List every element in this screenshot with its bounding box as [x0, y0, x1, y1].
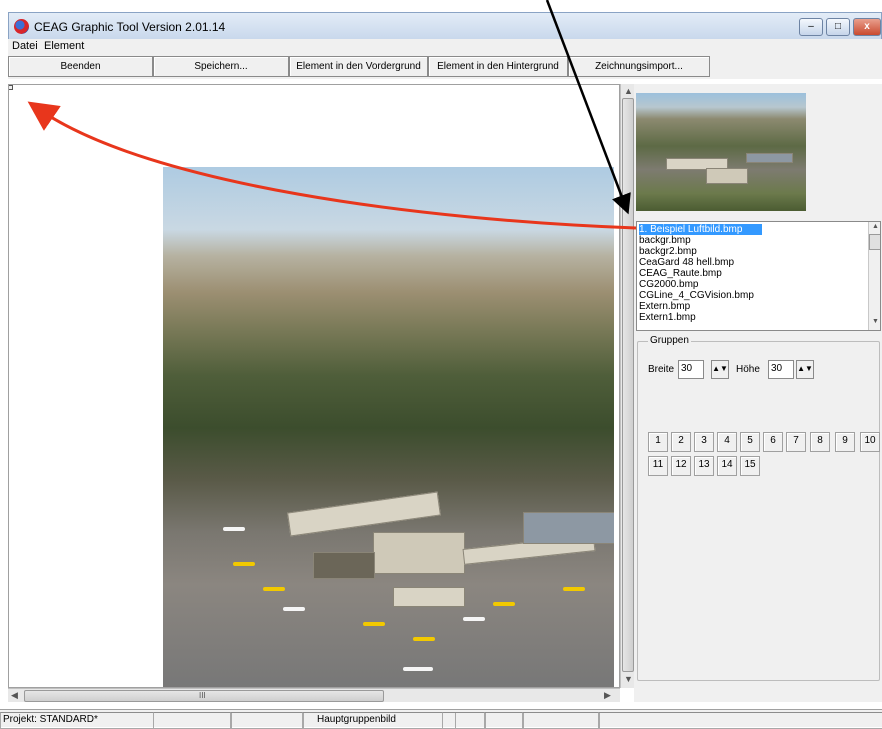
- breite-input[interactable]: 30: [678, 360, 704, 379]
- menu-element[interactable]: Element: [44, 40, 84, 52]
- file-list-item[interactable]: Extern1.bmp: [639, 312, 696, 323]
- hoehe-label: Höhe: [736, 364, 760, 375]
- horizontal-scrollbar[interactable]: ◀ III ▶: [8, 688, 620, 702]
- gruppe-button-7[interactable]: 7: [786, 432, 806, 452]
- vertical-scroll-thumb[interactable]: [622, 98, 634, 672]
- toolbar: Beenden Speichern... Element in den Vord…: [8, 55, 882, 79]
- file-list-item[interactable]: 1. Beispiel Luftbild.bmp: [639, 224, 763, 235]
- status-cell-7: [522, 712, 600, 729]
- scroll-down-arrow-icon[interactable]: ▼: [624, 674, 633, 684]
- minimize-button[interactable]: –: [799, 18, 823, 36]
- file-list-item[interactable]: CEAG_Raute.bmp: [639, 268, 722, 279]
- status-gruppenbild: Hauptgruppenbild: [302, 712, 456, 729]
- scroll-right-arrow-icon[interactable]: ▶: [604, 690, 611, 701]
- zeichnungsimport-button[interactable]: Zeichnungsimport...: [568, 56, 710, 77]
- gruppe-button-2[interactable]: 2: [671, 432, 691, 452]
- hoehe-input[interactable]: 30: [768, 360, 794, 379]
- drawing-canvas[interactable]: [8, 84, 620, 688]
- gruppe-button-4[interactable]: 4: [717, 432, 737, 452]
- status-bar: Projekt: STANDARD* Hauptgruppenbild: [0, 709, 882, 729]
- menu-datei-label: Datei: [12, 40, 38, 52]
- menu-element-label: Element: [44, 40, 85, 52]
- file-list-item[interactable]: backgr.bmp: [639, 235, 691, 246]
- gruppe-button-15[interactable]: 15: [740, 456, 760, 476]
- gruppe-button-8[interactable]: 8: [810, 432, 830, 452]
- gruppen-legend: Gruppen: [648, 335, 691, 346]
- scroll-up-arrow-icon[interactable]: ▲: [624, 86, 633, 96]
- file-list-item[interactable]: CGLine_4_CGVision.bmp: [639, 290, 754, 301]
- scroll-grip: III: [199, 691, 206, 700]
- maximize-button[interactable]: □: [826, 18, 850, 36]
- gruppe-button-3[interactable]: 3: [694, 432, 714, 452]
- file-list-item[interactable]: Extern.bmp: [639, 301, 690, 312]
- list-scroll-down-icon[interactable]: ▼: [872, 318, 879, 325]
- scroll-left-arrow-icon[interactable]: ◀: [11, 690, 18, 701]
- canvas-origin-marker: [9, 85, 13, 90]
- vertical-scrollbar[interactable]: ▲ ▼: [620, 84, 634, 688]
- image-preview: [636, 93, 806, 211]
- window-title: CEAG Graphic Tool Version 2.01.14: [34, 20, 226, 34]
- gruppe-button-6[interactable]: 6: [763, 432, 783, 452]
- hoehe-spinner-icon[interactable]: ▲▼: [796, 360, 814, 379]
- gruppe-button-1[interactable]: 1: [648, 432, 668, 452]
- list-scroll-up-icon[interactable]: ▲: [872, 223, 879, 230]
- horizontal-scroll-thumb[interactable]: III: [24, 690, 384, 702]
- gruppe-button-12[interactable]: 12: [671, 456, 691, 476]
- breite-spinner-icon[interactable]: ▲▼: [711, 360, 729, 379]
- file-list-item[interactable]: backgr2.bmp: [639, 246, 697, 257]
- status-cell-6: [484, 712, 524, 729]
- status-cell-8: [598, 712, 882, 729]
- file-list-scrollbar[interactable]: ▲ ▼: [868, 222, 880, 330]
- speichern-button[interactable]: Speichern...: [153, 56, 289, 77]
- status-cell-3: [230, 712, 304, 729]
- menu-bar: Datei Element: [8, 39, 882, 55]
- beenden-button[interactable]: Beenden: [8, 56, 153, 77]
- gruppe-button-5[interactable]: 5: [740, 432, 760, 452]
- menu-datei[interactable]: Datei: [12, 40, 38, 52]
- gruppe-button-11[interactable]: 11: [648, 456, 668, 476]
- gruppe-button-10[interactable]: 10: [860, 432, 880, 452]
- file-list-item[interactable]: CG2000.bmp: [639, 279, 698, 290]
- status-cell-2: [153, 712, 232, 729]
- breite-label: Breite: [648, 364, 675, 375]
- aerial-photo-element[interactable]: [163, 167, 614, 687]
- vordergrund-button[interactable]: Element in den Vordergrund: [289, 56, 428, 77]
- file-list[interactable]: 1. Beispiel Luftbild.bmp backgr.bmp backgr…: [636, 221, 881, 331]
- right-panel: 1. Beispiel Luftbild.bmp backgr.bmp backgr…: [634, 84, 882, 702]
- file-list-item[interactable]: CeaGard 48 hell.bmp: [639, 257, 734, 268]
- status-cell-5: [442, 712, 486, 729]
- app-logo-icon: [14, 19, 29, 34]
- list-scroll-thumb[interactable]: [869, 234, 880, 250]
- hintergrund-button[interactable]: Element in den Hintergrund: [428, 56, 568, 77]
- gruppe-button-13[interactable]: 13: [694, 456, 714, 476]
- gruppe-button-14[interactable]: 14: [717, 456, 737, 476]
- gruppen-groupbox: Gruppen Breite 30 ▲▼ Höhe 30 ▲▼ 12345678…: [637, 335, 880, 681]
- title-bar: CEAG Graphic Tool Version 2.01.14 – □ x: [8, 12, 882, 39]
- status-projekt: Projekt: STANDARD*: [0, 712, 154, 729]
- gruppe-button-9[interactable]: 9: [835, 432, 855, 452]
- close-button[interactable]: x: [853, 18, 881, 36]
